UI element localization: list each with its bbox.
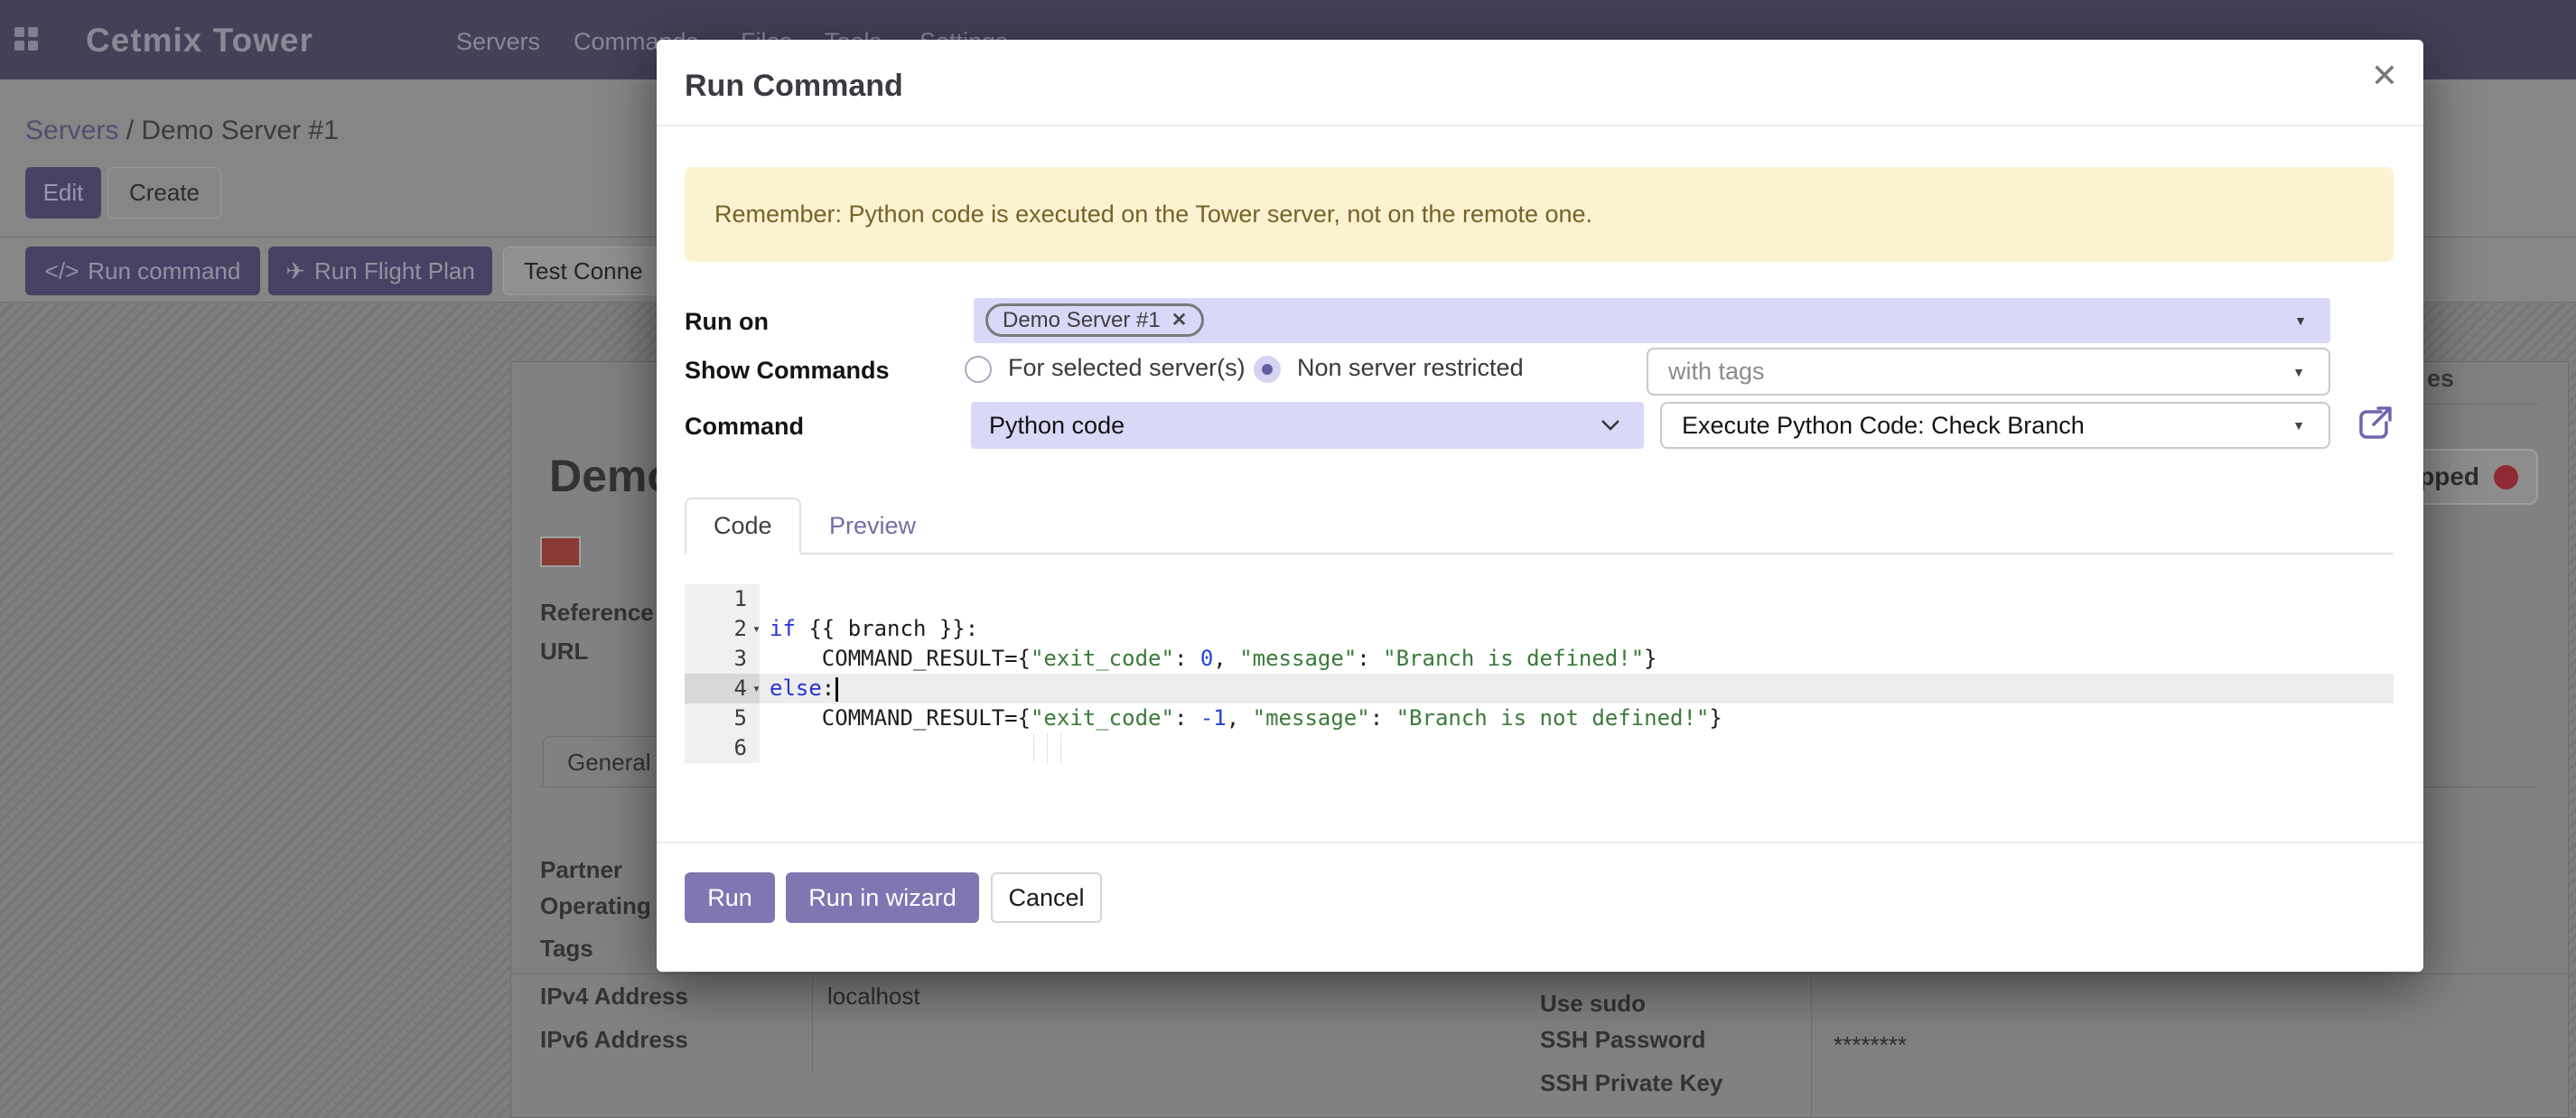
command-type-select[interactable]: Python code [971,402,1644,449]
run-on-field[interactable]: Demo Server #1 ✕ ▼ [974,298,2330,343]
tab-preview[interactable]: Preview [804,498,941,554]
chevron-down-icon: ▼ [2292,365,2305,379]
apps-grid-icon[interactable] [14,27,39,51]
code-line[interactable]: 3 COMMAND_RESULT={"exit_code": 0, "messa… [685,644,2394,674]
cancel-button[interactable]: Cancel [991,872,1102,923]
field-label-reference: Reference [540,599,654,627]
nav-item-servers[interactable]: Servers [456,28,540,56]
external-link-icon[interactable] [2352,403,2395,446]
code-text: COMMAND_RESULT={"exit_code": 0, "message… [770,644,1657,674]
line-number: 5 [685,703,760,733]
modal-footer-divider [657,842,2423,843]
run-command-button[interactable]: </>Run command [25,247,260,295]
code-line[interactable]: 5 COMMAND_RESULT={"exit_code": -1, "mess… [685,703,2394,733]
server-tag[interactable]: Demo Server #1 ✕ [985,303,1204,337]
radio-non-server-restricted[interactable] [1254,356,1281,383]
modal-header-divider [657,125,2423,126]
code-text: else: [770,674,838,703]
fold-caret-icon[interactable]: ▾ [752,674,761,703]
tab-code[interactable]: Code [685,498,801,554]
chevron-down-icon: ▼ [2292,418,2305,433]
field-label-operating: Operating [540,892,651,920]
fold-caret-icon[interactable]: ▾ [752,614,761,644]
text-cursor [835,677,838,702]
run-button[interactable]: Run [685,872,775,923]
close-icon[interactable]: ✕ [2371,60,2398,92]
breadcrumb-servers-link[interactable]: Servers [25,116,118,145]
command-label: Command [685,413,804,441]
with-tags-select[interactable]: with tags ▼ [1647,348,2330,396]
run-flight-plan-button[interactable]: ✈Run Flight Plan [268,247,492,295]
stat-button-partial[interactable]: es [2427,365,2454,393]
show-commands-label: Show Commands [685,357,890,385]
run-command-modal: Run Command ✕ Remember: Python code is e… [657,40,2423,972]
modal-title: Run Command [685,69,903,104]
server-color-swatch[interactable] [540,536,581,567]
field-label-ipv6: IPv6 Address [540,1026,688,1054]
chevron-down-icon [1601,419,1620,432]
modal-tabbar: Code Preview [685,498,2394,554]
radio-for-selected-servers[interactable] [965,356,992,383]
plane-icon: ✈ [285,257,305,285]
status-dot-icon [2494,465,2518,489]
breadcrumb: Servers / Demo Server #1 [25,116,339,146]
field-label-ssh-private-key: SSH Private Key [1540,1069,1722,1097]
python-warning-alert: Remember: Python code is executed on the… [685,167,2394,262]
code-line[interactable]: 4▾ else: [685,674,2394,703]
table-col-separator-right [1811,974,1812,1118]
code-text: COMMAND_RESULT={"exit_code": -1, "messag… [770,703,1722,733]
line-number: 2▾ [685,614,760,644]
breadcrumb-current: Demo Server #1 [141,116,338,145]
server-title: Demo Server #1 [549,450,658,508]
field-label-tags: Tags [540,935,593,963]
field-label-use-sudo: Use sudo [1540,990,1646,1018]
line-number: 3 [685,644,760,674]
code-line[interactable]: 6 [685,733,2394,763]
edit-button[interactable]: Edit [25,167,101,219]
run-on-label: Run on [685,308,769,336]
code-icon: </> [45,257,79,285]
run-in-wizard-button[interactable]: Run in wizard [786,872,979,923]
code-editor[interactable]: 12▾if {{ branch }}:3 COMMAND_RESULT={"ex… [685,584,2394,763]
app-brand[interactable]: Cetmix Tower [86,22,313,60]
table-col-separator-left [812,974,813,1073]
code-text: if {{ branch }}: [770,614,978,644]
code-line[interactable]: 2▾ if {{ branch }}: [685,614,2394,644]
field-label-url: URL [540,638,588,666]
field-value-ssh-password: ******** [1834,1031,1907,1059]
indent-guide [1047,733,1048,763]
field-label-partner: Partner [540,856,622,884]
line-number: 1 [685,584,760,614]
tag-remove-icon[interactable]: ✕ [1171,309,1188,331]
line-number: 6 [685,733,760,763]
indent-guide [1033,733,1034,763]
field-value-ipv4: localhost [827,983,920,1011]
code-line[interactable]: 1 [685,584,2394,614]
create-button[interactable]: Create [107,167,221,219]
indent-guide [1060,733,1061,763]
field-label-ipv4: IPv4 Address [540,983,688,1011]
field-label-ssh-password: SSH Password [1540,1026,1706,1054]
line-number: 4▾ [685,674,760,703]
chevron-down-icon: ▼ [2294,313,2307,328]
command-select[interactable]: Execute Python Code: Check Branch ▼ [1660,402,2330,449]
